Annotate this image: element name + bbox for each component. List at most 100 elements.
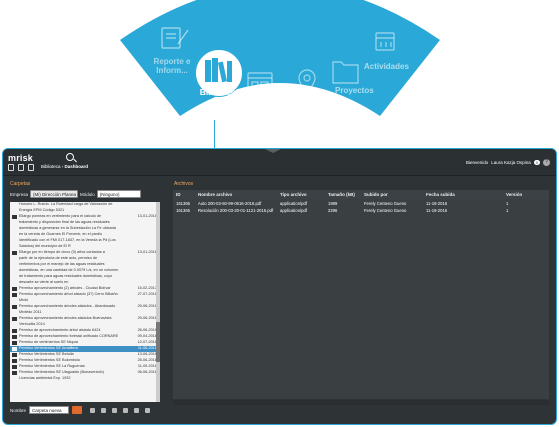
home-icon[interactable] (8, 164, 14, 171)
folder-icon (12, 293, 17, 297)
folder-name: Salados) del municipio de El R (19, 244, 71, 248)
folder-date: 09-04-2016 (137, 334, 157, 338)
folder-name: de tratamiento para aguas residuales dom… (19, 274, 113, 278)
folder-name: domésticas, en una cantidad de 0.0079 L/… (19, 268, 119, 272)
folder-date: 13-01-2016 (137, 214, 157, 218)
app-window: mrisk Biblioteca › Dashboard Bienvenido … (2, 148, 557, 425)
folder-name: Permiso Vertimientos SE Bolombolo (19, 358, 80, 362)
tree-scrollbar[interactable] (156, 202, 160, 402)
arc-item-actividades-label[interactable]: Actividades (364, 62, 409, 71)
module-select[interactable]: (Ninguno) (96, 190, 141, 198)
folder-name: Permiso Vertimientos SE Betulia (19, 352, 74, 356)
folder-name: en la vereda de Guarnes El Porvenir, en … (19, 232, 103, 236)
folder-date: 29-06-2016 (137, 304, 157, 308)
folder-filter: Empresa (Mi) Dirección Planea Módulo (Ni… (10, 190, 141, 198)
arc-item-reportes-label[interactable]: Reporte e Inform... (148, 57, 196, 75)
org-select[interactable]: (Mi) Dirección Planea (30, 190, 79, 198)
user-area: Bienvenido Laura Kazja Ospina 0 ? (466, 159, 550, 166)
folder-name: Permiso aprovechamiento árboles aislados… (19, 304, 116, 308)
create-folder-button[interactable] (72, 406, 83, 414)
table-cell: 11-18-2016 (426, 200, 448, 206)
folder-row[interactable]: Licencias ambiental Exp. 1932 (10, 376, 160, 382)
file-link[interactable]: Auto 200-03-50-99-0616-2016.pdf (195, 201, 277, 206)
folder-date: 26-06-2016 (137, 328, 157, 332)
search-icon[interactable] (66, 153, 74, 161)
folder-date: 11-09-2016 (137, 364, 157, 368)
delete-icon[interactable] (123, 407, 129, 413)
files-status-bar (173, 400, 549, 405)
table-cell: 1 (506, 207, 509, 213)
move-icon[interactable] (112, 407, 118, 413)
table-row[interactable]: 161366 Auto 200-03-50-99-0616-2016.pdf app… (173, 200, 549, 206)
page: Reporte e Inform... Biblioteca Dashboard… (0, 0, 559, 427)
table-cell: 161366 (176, 200, 190, 206)
column-header[interactable]: Versión (503, 192, 549, 197)
folder-icon (12, 317, 17, 321)
user-name[interactable]: Laura Kazja Ospina (491, 160, 531, 165)
table-cell: application/pdf (280, 207, 308, 213)
page-icon[interactable] (28, 164, 34, 171)
breadcrumb-root[interactable]: Biblioteca (41, 164, 61, 169)
help-icon[interactable]: ? (543, 159, 550, 166)
folder-name: Ventocilla 2014 (19, 322, 45, 326)
column-header[interactable]: Tamaño (kB) (325, 192, 361, 197)
collapse-handle[interactable] (265, 149, 281, 153)
folders-panel: Carpetas Empresa (Mi) Dirección Planea M… (7, 179, 167, 422)
settings-icon[interactable] (145, 407, 151, 413)
folder-name: Permiso Vertimientos SE La Ruguenas (19, 364, 85, 368)
upload-icon[interactable] (90, 407, 96, 413)
column-header[interactable]: Fecha subida (423, 192, 503, 197)
breadcrumb-current: Dashboard (64, 164, 89, 169)
breadcrumb: Biblioteca › Dashboard (41, 164, 89, 169)
new-folder-bar: Nombre Carpeta nueva (10, 406, 151, 414)
folder-name: Honorio L. Ruedo. La Ruteridad carga de … (19, 202, 113, 206)
notification-badge[interactable]: 0 (533, 160, 540, 165)
folder-icon (12, 335, 17, 339)
folder-name: Ellargo pomeas en vertimiento para el cá… (19, 214, 102, 218)
folder-name: Mixtó (19, 298, 29, 302)
folder-name: partir de la ejecutoria de este acto, pe… (19, 256, 98, 260)
folder-icon (12, 329, 17, 333)
column-header[interactable]: Nombre archivo (195, 192, 277, 197)
folder-icon (12, 353, 17, 357)
app-topbar: mrisk Biblioteca › Dashboard Bienvenido … (3, 149, 556, 176)
table-cell: application/pdf (280, 200, 308, 206)
folder-date: 06-06-2016 (137, 370, 157, 374)
arc-item-dashboard-label[interactable]: Dashboard (240, 102, 282, 111)
table-row[interactable]: 161365 Resolución 200-03-20-01-1121-2016.… (173, 207, 549, 213)
location-icon[interactable] (18, 164, 24, 171)
files-table-header: ID Nombre archivo Tipo archivo Tamaño (kB) S… (173, 190, 549, 199)
folder-icon (12, 341, 17, 345)
new-folder-input[interactable]: Carpeta nueva (29, 406, 70, 414)
folder-name: Licencias ambiental Exp. 1932 (19, 376, 71, 380)
module-arc-menu (120, 0, 440, 116)
arc-item-webgis-label[interactable]: WebGIS (289, 102, 320, 111)
folder-date: 12-07-2016 (137, 340, 157, 344)
arc-item-proyectos-label[interactable]: Proyectos (335, 86, 374, 95)
share-icon[interactable] (134, 407, 140, 413)
arc-item-biblioteca-label[interactable]: Biblioteca (192, 87, 248, 97)
folder-name: Permiso de aprovechamiento árbol aislado… (19, 328, 101, 332)
folder-date: 13-06-2016 (137, 352, 157, 356)
folder-date: 27-07-2016 (137, 292, 157, 296)
folder-icon (12, 371, 17, 375)
column-header[interactable]: Subido por (361, 192, 423, 197)
folders-title: Carpetas (10, 181, 31, 187)
folder-icon (12, 215, 17, 219)
folder-name: vertimientos por el manejo de las aguas … (19, 262, 105, 266)
edit-icon[interactable] (101, 407, 107, 413)
files-panel: Archivos ID Nombre archivo Tipo archivo Tam… (171, 179, 553, 422)
app-logo[interactable]: mrisk (8, 153, 33, 163)
folder-icon (12, 287, 17, 291)
tree-scroll-thumb[interactable] (156, 322, 160, 362)
folder-icon (12, 359, 17, 363)
org-label: Empresa (10, 191, 29, 197)
column-header[interactable]: Tipo archivo (277, 192, 325, 197)
new-folder-label: Nombre (10, 407, 27, 413)
folder-name: Permiso aprovechamiento (2) árboles - Ci… (19, 286, 111, 290)
folder-name: Energía EPM Código 5321 (19, 208, 65, 212)
folder-icon (12, 365, 17, 369)
file-link[interactable]: Resolución 200-03-20-01-1121-2016.pdf (195, 208, 277, 213)
folder-toolbar (90, 407, 151, 413)
column-header[interactable]: ID (173, 192, 195, 197)
